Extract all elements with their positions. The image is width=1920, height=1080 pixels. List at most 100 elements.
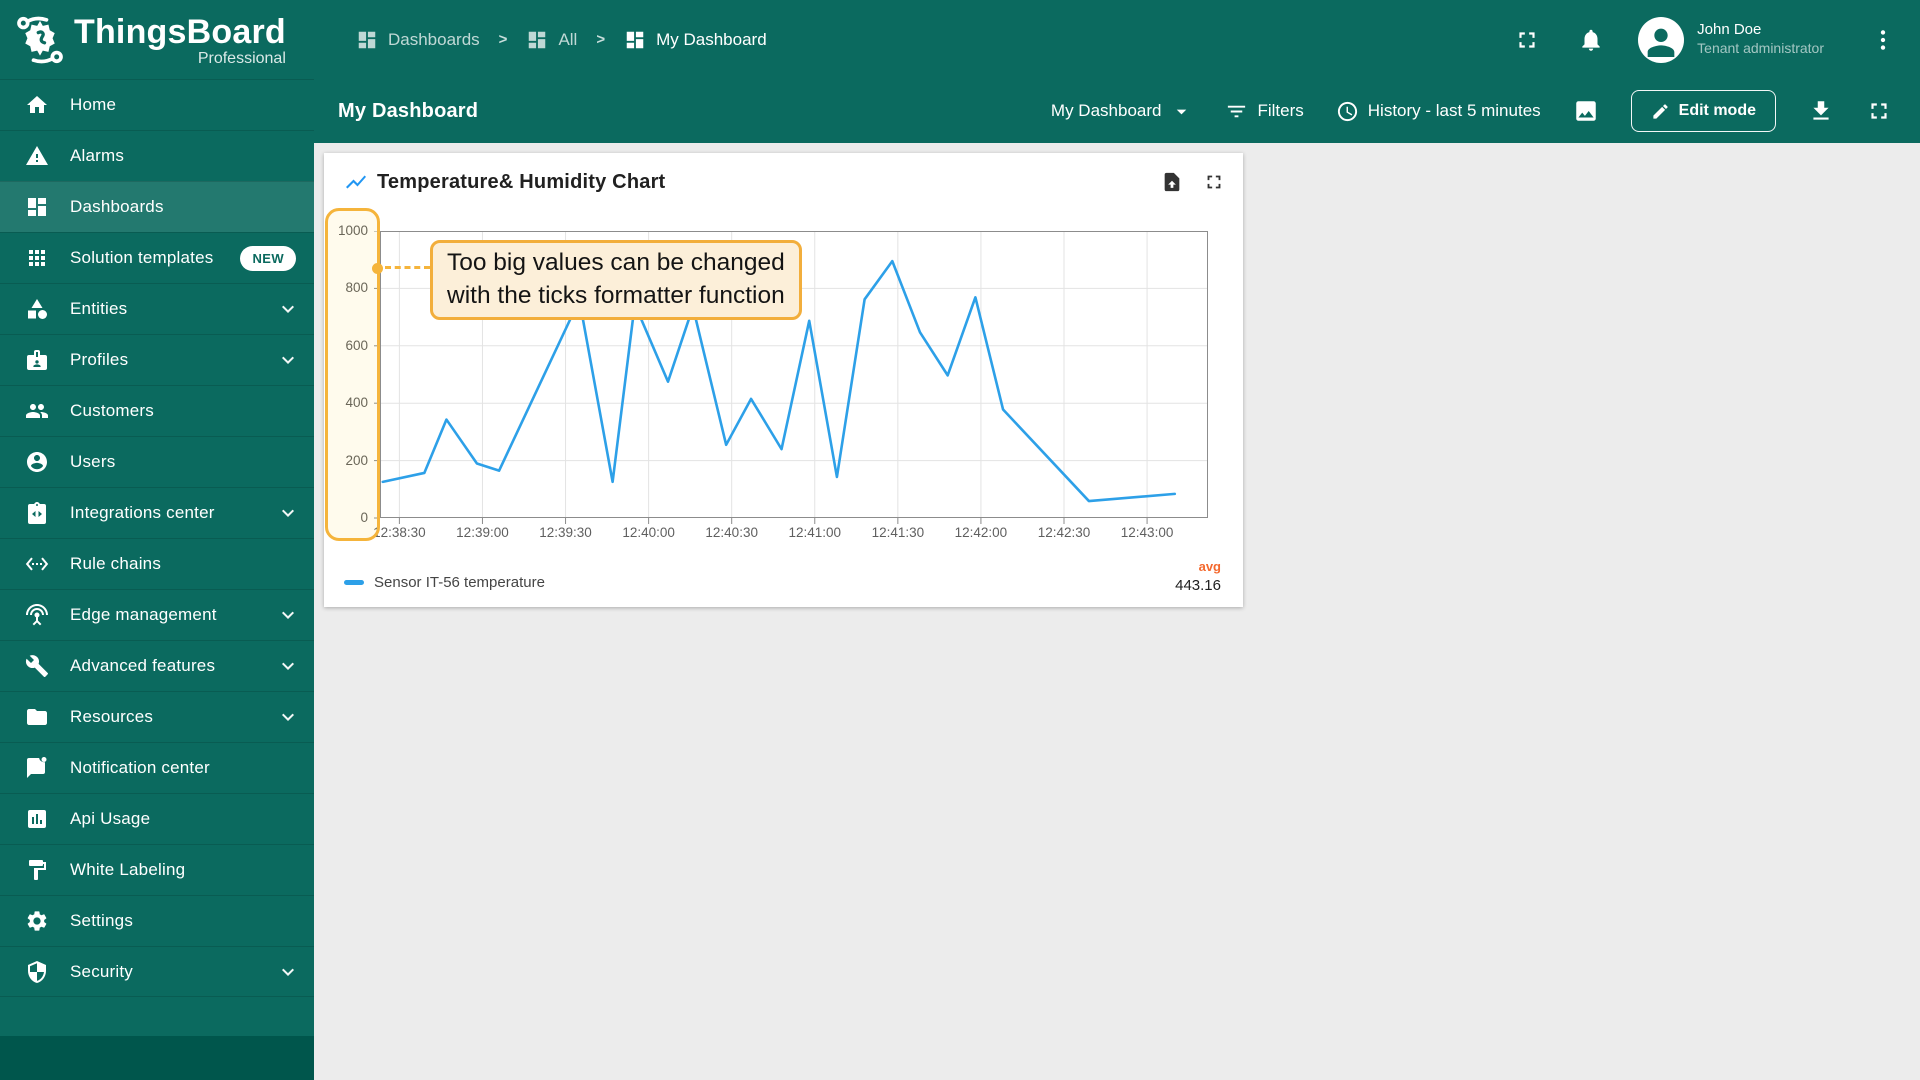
chevron-down-icon [276,960,300,984]
sidebar-item-profiles[interactable]: Profiles [0,334,314,385]
legend-series-label: Sensor IT-56 temperature [374,574,545,591]
chevron-down-icon [276,297,300,321]
sidebar-item-entities[interactable]: Entities [0,283,314,334]
sidebar-item-rule-chains[interactable]: Rule chains [0,538,314,589]
sidebar-item-label: Profiles [70,350,129,369]
filters-label: Filters [1257,101,1304,120]
history-label: History - last 5 minutes [1367,101,1541,120]
dashboard-content: Temperature& Humidity Chart 0 200 400 600 80… [314,143,1920,1080]
kebab-menu-icon[interactable] [1870,27,1896,53]
sidebar-item-label: Advanced features [70,656,216,675]
thingsboard-app: ThingsBoard Professional Home Alarms Dashb… [0,0,1920,1080]
annotation-callout: Too big values can be changed with the t… [430,240,802,320]
page-title: My Dashboard [338,99,479,122]
caret-down-icon [1170,100,1193,123]
legend-agg-label: avg [1198,559,1221,574]
x-axis-tick-label: 12:40:00 [622,525,675,540]
sidebar-item-customers[interactable]: Customers [0,385,314,436]
sidebar-footer [0,1036,314,1080]
annotation-line1: Too big values can be changed [447,249,785,276]
filters-button[interactable]: Filters [1225,100,1304,123]
sidebar-item-label: Solution templates [70,248,214,267]
sidebar-item-security[interactable]: Security [0,946,314,997]
sidebar-item-label: Rule chains [70,554,162,573]
annotation-connector [385,266,430,269]
legend-series-item[interactable]: Sensor IT-56 temperature [344,574,545,597]
x-axis-tick-label: 12:40:30 [705,525,758,540]
person-icon [1641,18,1681,62]
sidebar-item-white-labeling[interactable]: White Labeling [0,844,314,895]
sidebar-item-home[interactable]: Home [0,79,314,130]
dashboard-icon [624,29,646,51]
people-icon [25,399,49,423]
fullscreen-icon[interactable] [1514,27,1540,53]
download-icon[interactable] [1808,98,1834,124]
sidebar-item-integrations-center[interactable]: Integrations center [0,487,314,538]
dashboard-icon [356,29,378,51]
sidebar-item-settings[interactable]: Settings [0,895,314,946]
avatar[interactable] [1638,16,1685,63]
breadcrumb-item-dashboards[interactable]: Dashboards [356,29,480,51]
widget-title: Temperature& Humidity Chart [377,170,666,193]
account-circle-icon [25,450,49,474]
history-button[interactable]: History - last 5 minutes [1336,100,1541,123]
user-role: Tenant administrator [1697,40,1824,57]
apps-icon [25,246,49,270]
logo-title: ThingsBoard [74,13,286,51]
breadcrumb-label: Dashboards [388,29,480,49]
sidebar-item-solution-templates[interactable]: Solution templates NEW [0,232,314,283]
badge-icon [25,348,49,372]
sidebar-item-label: Home [70,95,117,114]
breadcrumb-separator: > [498,31,508,48]
chart-widget-card: Temperature& Humidity Chart 0 200 400 600 80… [324,153,1243,607]
user-block[interactable]: John Doe Tenant administrator [1697,21,1824,57]
edit-mode-label: Edit mode [1678,102,1756,119]
top-header: Dashboards > All > My Dashboard John Doe Ten… [314,0,1920,79]
breadcrumb-label: My Dashboard [656,29,767,49]
warning-icon [25,144,49,168]
clipboard-arrows-icon [25,501,49,525]
logo-subtitle: Professional [197,50,286,67]
dashboard-select-label: My Dashboard [1050,101,1162,120]
edit-mode-button[interactable]: Edit mode [1630,90,1776,132]
notifications-bell-icon[interactable] [1578,27,1604,53]
toolbar-fullscreen-icon[interactable] [1866,98,1892,124]
wrench-icon [25,654,49,678]
x-axis-tick-label: 12:41:00 [788,525,842,540]
breadcrumb-separator: > [596,31,606,48]
chat-dot-icon [25,756,49,780]
sidebar: ThingsBoard Professional Home Alarms Dashb… [0,0,314,1080]
x-axis-tick-label: 12:43:00 [1120,525,1174,540]
sidebar-item-resources[interactable]: Resources [0,691,314,742]
sidebar-item-label: Entities [70,299,128,318]
sidebar-item-label: Notification center [70,758,210,777]
breadcrumb-item-all[interactable]: All [526,29,577,51]
filter-icon [1225,100,1248,123]
chevron-down-icon [276,654,300,678]
breadcrumb-item-my-dashboard[interactable]: My Dashboard [624,29,767,51]
legend-swatch [344,580,364,585]
sidebar-item-label: White Labeling [70,860,186,879]
sidebar-item-notification-center[interactable]: Notification center [0,742,314,793]
export-data-icon[interactable] [1161,171,1183,193]
dashboard-image-icon[interactable] [1573,98,1599,124]
x-axis-tick-label: 12:39:30 [539,525,592,540]
sidebar-item-dashboards[interactable]: Dashboards [0,181,314,232]
sidebar-item-label: Api Usage [70,809,151,828]
sidebar-item-label: Edge management [70,605,217,624]
dashboard-select[interactable]: My Dashboard [1051,100,1194,123]
sidebar-item-advanced-features[interactable]: Advanced features [0,640,314,691]
chevron-down-icon [276,603,300,627]
sidebar-item-api-usage[interactable]: Api Usage [0,793,314,844]
sidebar-item-alarms[interactable]: Alarms [0,130,314,181]
shield-icon [25,960,49,984]
format-paint-icon [25,858,49,882]
sidebar-item-edge-management[interactable]: Edge management [0,589,314,640]
logo[interactable]: ThingsBoard Professional [0,0,314,79]
new-badge: NEW [240,245,296,271]
thingsboard-logo-icon [14,14,66,66]
x-axis-tick-label: 12:42:30 [1037,525,1091,540]
widget-fullscreen-icon[interactable] [1203,171,1225,193]
chevron-down-icon [276,348,300,372]
sidebar-item-users[interactable]: Users [0,436,314,487]
